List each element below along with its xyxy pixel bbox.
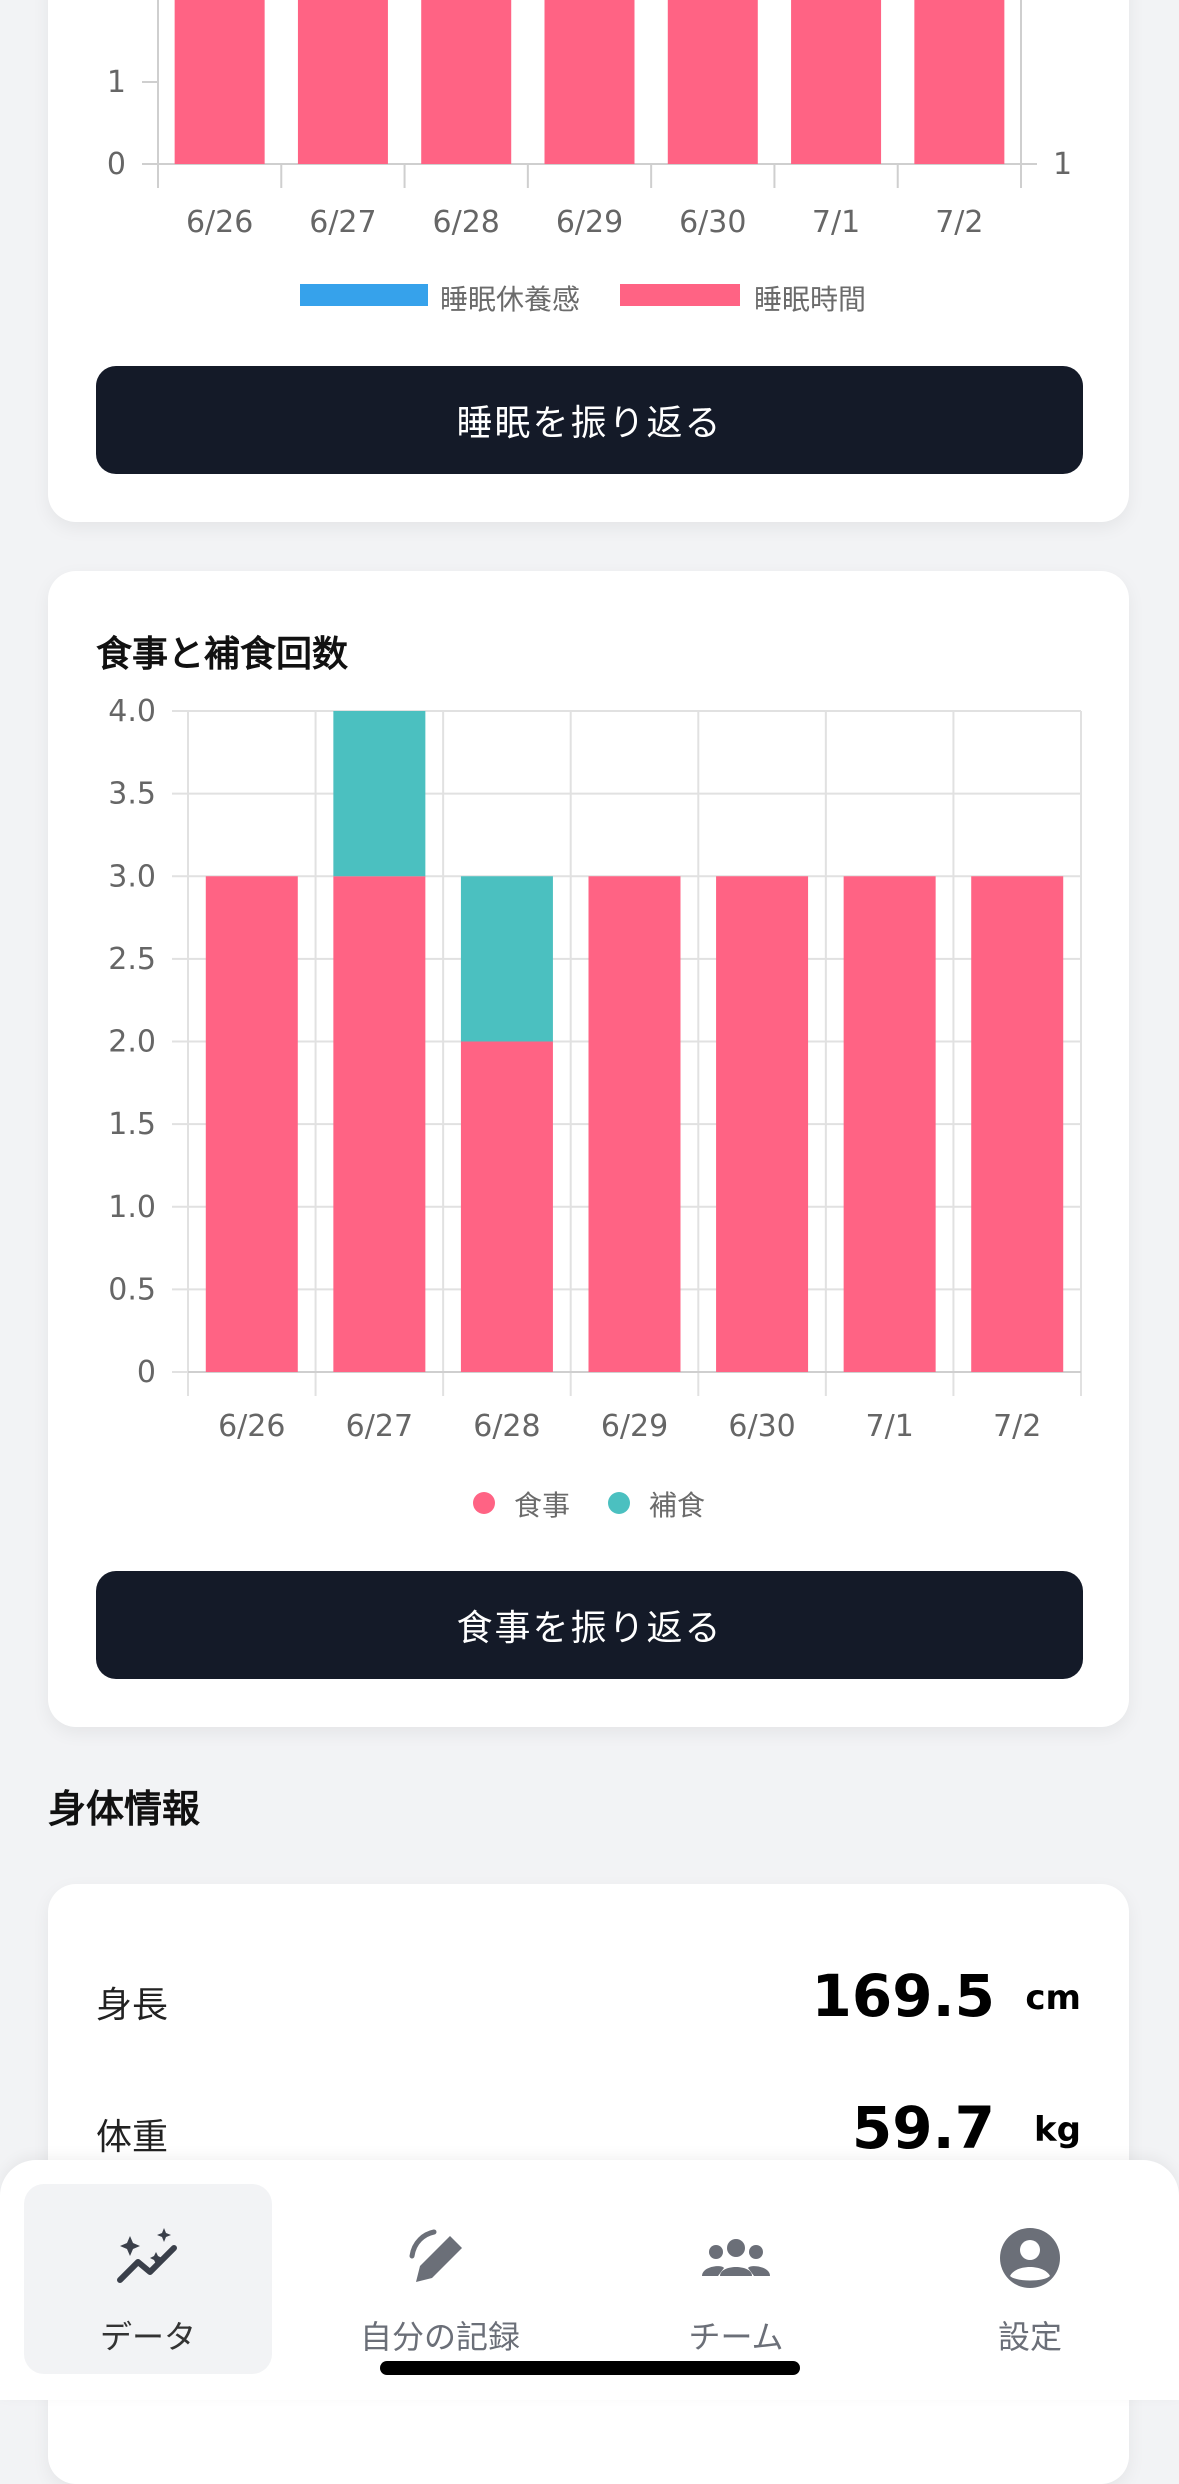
tab-team-label: チーム <box>688 2318 784 2356</box>
account-circle-icon <box>1000 2228 1060 2288</box>
x-tick-label: 6/26 <box>186 205 253 240</box>
x-tick-label: 6/26 <box>218 1409 285 1444</box>
y-tick-label: 1.0 <box>108 1190 156 1225</box>
x-tick-label: 6/30 <box>728 1409 795 1444</box>
tab-data[interactable]: データ <box>24 2184 272 2374</box>
x-tick-label: 6/30 <box>679 205 746 240</box>
review-sleep-button[interactable]: 睡眠を振り返る <box>96 366 1083 474</box>
y-tick-label: 3.5 <box>108 777 156 812</box>
tab-data-label: データ <box>99 2318 196 2356</box>
x-tick-label: 7/1 <box>866 1409 914 1444</box>
y-tick-label-right: 1 <box>1053 147 1072 182</box>
legend-swatch-snack <box>608 1492 630 1514</box>
bar-snack <box>460 876 553 1042</box>
bar-meal <box>971 876 1064 1372</box>
home-indicator <box>380 2361 800 2375</box>
tab-my-records[interactable]: 自分の記録 <box>316 2184 564 2374</box>
sleep-chart-card: 0 1 1 6/26 6/27 6/28 6/29 6/30 7/1 7/2 睡眠休養感 睡眠時間… <box>48 0 1129 522</box>
tab-team[interactable]: チーム <box>612 2184 860 2374</box>
weight-label: 体重 <box>96 2117 169 2158</box>
meal-chart-card: 食事と補食回数 0 0.5 1.0 1.5 2.0 2.5 3.0 3.5 4.0 6/26 6/2… <box>48 571 1129 1727</box>
x-tick-label: 6/28 <box>433 205 500 240</box>
bar-meal <box>205 876 298 1372</box>
bar-meal <box>333 876 426 1372</box>
y-tick-label: 0 <box>137 1355 156 1390</box>
bar-sleep-time <box>174 0 265 164</box>
x-tick-label: 7/1 <box>812 205 860 240</box>
bar-meal <box>460 1041 553 1372</box>
legend-label-snack: 補食 <box>649 1489 706 1522</box>
legend-swatch-sleep-time <box>620 284 740 306</box>
y-tick-label: 4.0 <box>108 694 156 729</box>
x-tick-label: 6/29 <box>556 205 623 240</box>
x-tick-label: 6/28 <box>473 1409 540 1444</box>
weight-value: 59.7 <box>851 2094 995 2162</box>
sparkle-chart-icon <box>117 2228 177 2283</box>
height-unit: cm <box>1025 1978 1081 2018</box>
legend-swatch-sleep-quality <box>300 284 428 306</box>
bar-meal <box>843 876 936 1372</box>
y-tick-label: 3.0 <box>108 859 156 894</box>
bar-meal <box>588 876 681 1372</box>
legend-label-sleep-quality: 睡眠休養感 <box>440 283 581 316</box>
meal-chart: 0 0.5 1.0 1.5 2.0 2.5 3.0 3.5 4.0 6/26 6/27 6/28 6/2… <box>108 694 1082 1444</box>
tab-settings-label: 設定 <box>997 2318 1062 2356</box>
weight-unit: kg <box>1034 2110 1081 2150</box>
bar-sleep-time <box>421 0 512 164</box>
tab-settings[interactable]: 設定 <box>906 2184 1154 2374</box>
x-tick-label: 7/2 <box>935 205 983 240</box>
group-icon <box>702 2239 770 2276</box>
height-label: 身長 <box>96 1985 169 2026</box>
x-tick-label: 6/27 <box>346 1409 413 1444</box>
bar-sleep-time <box>297 0 388 164</box>
review-meal-button[interactable]: 食事を振り返る <box>96 1571 1083 1679</box>
legend-label-meal: 食事 <box>514 1489 571 1522</box>
y-tick-label: 2.5 <box>108 942 156 977</box>
legend-label-sleep-time: 睡眠時間 <box>754 283 867 316</box>
x-tick-label: 7/2 <box>993 1409 1041 1444</box>
y-tick-label-left: 0 <box>107 147 126 182</box>
body-info-section-title: 身体情報 <box>48 1787 201 1831</box>
bar-sleep-time <box>791 0 882 164</box>
y-tick-label: 1.5 <box>108 1107 156 1142</box>
x-tick-label: 6/27 <box>309 205 376 240</box>
bar-snack <box>333 711 426 877</box>
y-tick-label-left: 1 <box>107 65 126 100</box>
bar-sleep-time <box>914 0 1005 164</box>
bar-meal <box>716 876 809 1372</box>
bar-sleep-time <box>667 0 758 164</box>
y-tick-label: 2.0 <box>108 1025 156 1060</box>
height-value: 169.5 <box>811 1962 995 2030</box>
bar-sleep-time <box>544 0 635 164</box>
x-tick-label: 6/29 <box>601 1409 668 1444</box>
tab-my-records-label: 自分の記録 <box>359 2318 520 2356</box>
y-tick-label: 0.5 <box>108 1272 156 1307</box>
legend-swatch-meal <box>473 1492 495 1514</box>
edit-pencil-icon <box>409 2229 462 2282</box>
